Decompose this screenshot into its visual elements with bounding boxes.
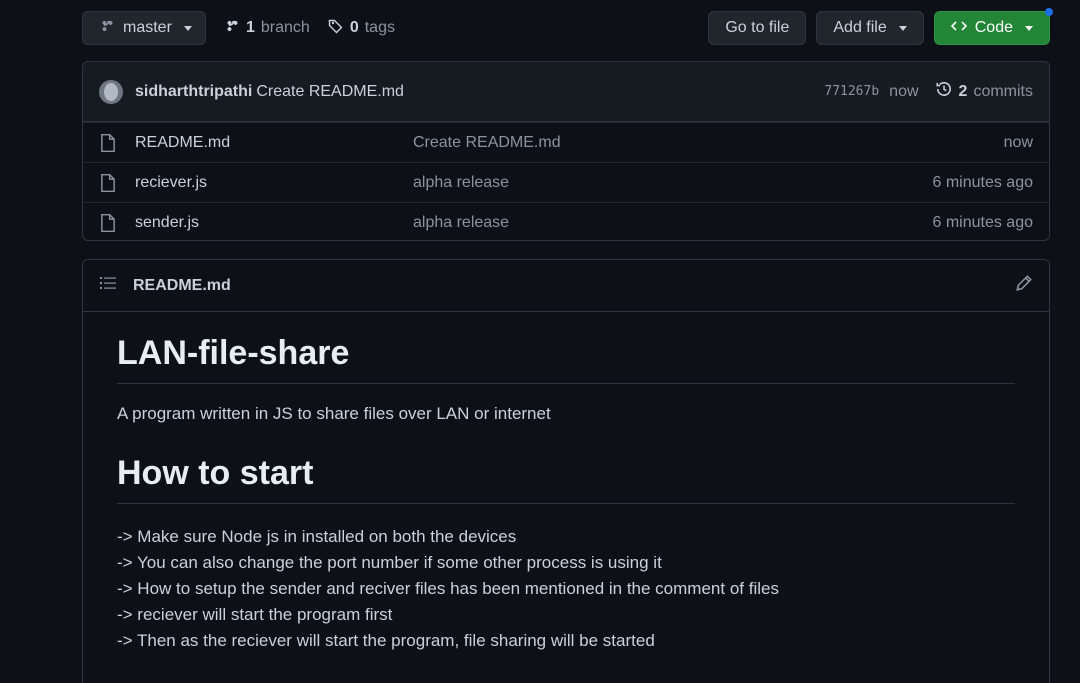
add-file-label: Add file xyxy=(833,19,887,36)
file-age: 6 minutes ago xyxy=(932,213,1033,231)
file-name[interactable]: reciever.js xyxy=(135,174,413,192)
branch-name: master xyxy=(123,19,172,36)
file-commit-message[interactable]: Create README.md xyxy=(413,134,1004,152)
go-to-file-label: Go to file xyxy=(725,19,790,36)
tags-link[interactable]: 0 tags xyxy=(328,18,395,39)
commit-count: 2 xyxy=(958,82,968,100)
chevron-down-icon xyxy=(898,25,907,31)
file-name[interactable]: README.md xyxy=(135,134,413,152)
file-name[interactable]: sender.js xyxy=(135,214,413,232)
file-icon xyxy=(99,133,119,153)
readme-steps: -> Make sure Node js in installed on bot… xyxy=(117,524,1015,654)
file-listing: sidharthtripathi Create README.md 771267… xyxy=(82,61,1050,241)
file-commit-message[interactable]: alpha release xyxy=(413,214,932,232)
repo-page: master 1 branch 0 tags Go to file Add fi… xyxy=(0,0,1080,683)
branch-word: branch xyxy=(260,19,310,36)
repo-toolbar: master 1 branch 0 tags Go to file Add fi… xyxy=(82,8,1053,46)
file-age: 6 minutes ago xyxy=(932,173,1033,191)
go-to-file-button[interactable]: Go to file xyxy=(708,11,807,45)
chevron-down-icon xyxy=(1025,25,1033,31)
branch-icon xyxy=(99,18,115,39)
file-icon xyxy=(99,213,119,233)
code-icon xyxy=(950,18,967,39)
branches-link[interactable]: 1 branch xyxy=(224,18,310,39)
readme-section-heading: How to start xyxy=(117,454,1015,504)
commit-author[interactable]: sidharthtripathi xyxy=(135,83,252,101)
chevron-down-icon xyxy=(183,25,192,31)
commits-history-link[interactable]: 2 commits xyxy=(935,80,1033,103)
commit-time: now xyxy=(889,82,919,100)
readme-intro: A program written in JS to share files o… xyxy=(117,404,551,423)
tag-count: 0 xyxy=(349,19,359,36)
add-file-button[interactable]: Add file xyxy=(816,11,924,45)
tag-icon xyxy=(328,18,344,39)
list-item: -> How to setup the sender and reciver f… xyxy=(117,579,779,598)
readme-header: README.md xyxy=(83,260,1049,312)
readme-content: LAN-file-share A program written in JS t… xyxy=(83,312,1049,654)
list-item: -> Then as the reciever will start the p… xyxy=(117,631,655,650)
list-item: -> You can also change the port number i… xyxy=(117,553,662,572)
notification-dot xyxy=(1045,8,1053,16)
list-icon[interactable] xyxy=(99,275,117,296)
file-commit-message[interactable]: alpha release xyxy=(413,174,932,192)
branch-selector[interactable]: master xyxy=(82,11,206,45)
code-button[interactable]: Code xyxy=(933,8,1053,45)
file-row[interactable]: sender.js alpha release 6 minutes ago xyxy=(83,202,1049,240)
tag-word: tags xyxy=(364,19,395,36)
file-icon xyxy=(99,173,119,193)
branch-icon xyxy=(224,18,240,39)
list-item: -> reciever will start the program first xyxy=(117,605,393,624)
pencil-icon[interactable] xyxy=(1015,274,1033,297)
list-item: -> Make sure Node js in installed on bot… xyxy=(117,527,517,546)
commit-sha[interactable]: 771267b xyxy=(824,84,879,99)
file-age: now xyxy=(1003,133,1033,151)
file-row[interactable]: reciever.js alpha release 6 minutes ago xyxy=(83,162,1049,202)
avatar[interactable] xyxy=(99,79,123,104)
history-icon xyxy=(935,80,953,103)
sidebar-edge xyxy=(1072,0,1080,683)
readme-filename[interactable]: README.md xyxy=(133,277,231,295)
commit-message[interactable]: Create README.md xyxy=(256,83,404,101)
readme-panel: README.md LAN-file-share A program writt… xyxy=(82,259,1050,683)
code-label: Code xyxy=(974,19,1013,36)
file-row[interactable]: README.md Create README.md now xyxy=(83,122,1049,162)
latest-commit-row: sidharthtripathi Create README.md 771267… xyxy=(83,62,1049,122)
commit-count-word: commits xyxy=(973,82,1033,100)
readme-title: LAN-file-share xyxy=(117,334,1015,384)
branch-count: 1 xyxy=(246,19,255,36)
